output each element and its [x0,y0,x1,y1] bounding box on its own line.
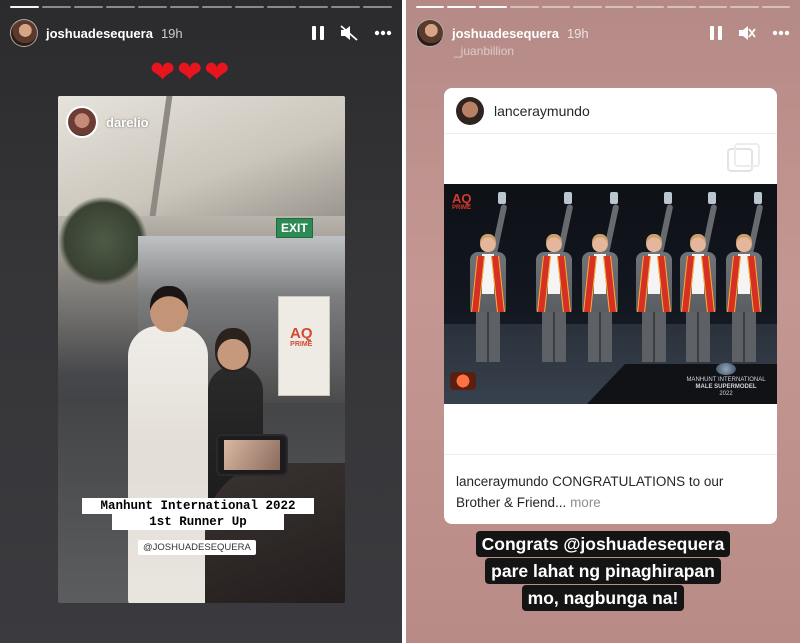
progress-segment [330,6,360,8]
pause-icon[interactable] [312,26,324,40]
congrats-text: Congrats @joshuadesequera pare lahat ng … [406,530,800,611]
progress-segment [510,6,539,8]
progress-segment [234,6,264,8]
mention-sticker[interactable]: @JOSHUADESEQUERA [138,540,256,555]
event-badge-icon [450,372,476,390]
story-controls [312,25,392,41]
model-figure [676,192,720,362]
model-figure [532,192,576,362]
heart-icon: ❤ [177,55,203,90]
aq-prime-logo: AQ PRIME [452,191,472,211]
mute-icon[interactable] [738,25,756,41]
reposted-post-card[interactable]: lanceraymundo AQ PRIME MANHUNT INTERNATI… [444,88,777,524]
congrats-line: Congrats @joshuadesequera [475,531,731,557]
collab-username[interactable]: _juanbillion [454,44,514,58]
progress-segment [730,6,759,8]
congrats-line: mo, nagbunga na! [521,585,685,611]
heart-icon: ❤ [150,55,176,90]
progress-segment [266,6,296,8]
story-username[interactable]: joshuadesequera [452,26,559,41]
progress-segment [604,6,633,8]
heart-icon: ❤ [204,55,230,90]
progress-segment [74,6,104,8]
story-progress-bar [10,6,392,8]
model-figure [578,192,622,362]
progress-segment [42,6,72,8]
aq-banner-logo: AQ PRIME [290,325,313,348]
story-left: joshuadesequera 19h ❤ ❤ ❤ EXIT AQ PRIME [0,0,402,643]
progress-segment [106,6,136,8]
progress-segment [202,6,232,8]
caption-line: 1st Runner Up [112,514,284,530]
story-timestamp: 19h [566,25,589,41]
model-figure [466,192,510,362]
post-header: lanceraymundo [444,88,777,134]
story-username[interactable]: joshuadesequera [46,26,153,41]
progress-segment [10,6,40,8]
story-progress-bar [416,6,791,8]
caption-username[interactable]: lanceraymundo [456,474,548,489]
story-timestamp: 19h [160,25,183,41]
avatar[interactable] [416,19,444,47]
model-figure [632,192,676,362]
post-caption: lanceraymundo CONGRATULATIONS to our Bro… [444,454,777,513]
progress-segment [447,6,476,8]
pause-icon[interactable] [710,26,722,40]
progress-segment [573,6,602,8]
progress-segment [635,6,665,8]
progress-segment [298,6,328,8]
carousel-icon [727,143,760,172]
repost-author[interactable]: darelio [66,106,149,138]
progress-segment [416,6,445,8]
avatar[interactable] [456,96,484,125]
avatar[interactable] [66,106,98,138]
congrats-line: pare lahat ng pinaghirapan [485,558,721,584]
progress-segment [138,6,168,8]
progress-segment [761,6,791,8]
more-icon[interactable] [374,30,392,36]
progress-segment [667,6,696,8]
progress-segment [698,6,728,8]
hearts-sticker: ❤ ❤ ❤ [150,58,229,88]
exit-sign: EXIT [276,218,313,238]
more-icon[interactable] [772,30,790,36]
repost-username[interactable]: darelio [106,115,149,130]
post-username[interactable]: lanceraymundo [494,103,590,119]
story-header: joshuadesequera 19h [10,18,392,48]
story-caption: Manhunt International 2022 1st Runner Up… [82,498,314,555]
progress-segment [541,6,571,8]
progress-segment [478,6,508,8]
avatar[interactable] [10,19,38,47]
caption-more-link[interactable]: more [570,495,601,510]
progress-segment [362,6,392,8]
post-photo[interactable]: AQ PRIME MANHUNT INTERNATIONAL MALE SUPE… [444,184,777,404]
story-right: joshuadesequera 19h _juanbillion lancera… [406,0,800,643]
story-controls [710,25,790,41]
progress-segment [170,6,200,8]
mute-icon[interactable] [340,25,358,41]
caption-line: Manhunt International 2022 [82,498,314,514]
event-logo: MANHUNT INTERNATIONAL MALE SUPERMODEL 20… [685,363,767,398]
model-figure [722,192,766,362]
